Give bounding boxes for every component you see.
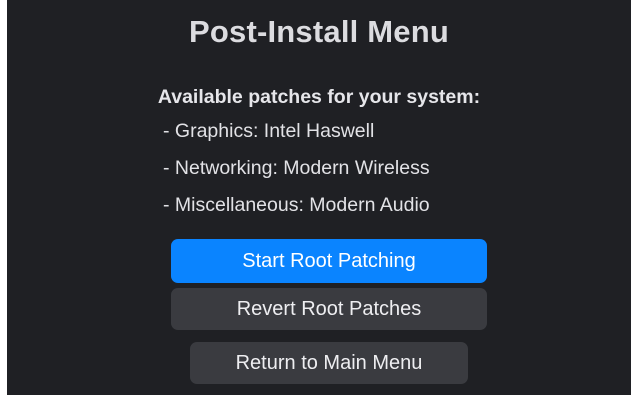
patch-item-graphics: - Graphics: Intel Haswell <box>163 120 375 142</box>
patches-heading: Available patches for your system: <box>157 86 481 108</box>
revert-root-patches-button[interactable]: Revert Root Patches <box>171 288 487 330</box>
start-root-patching-button[interactable]: Start Root Patching <box>171 239 487 283</box>
patch-item-networking: - Networking: Modern Wireless <box>163 157 430 179</box>
patch-item-miscellaneous: - Miscellaneous: Modern Audio <box>163 194 430 216</box>
page-title: Post-Install Menu <box>188 14 450 49</box>
return-to-main-menu-button[interactable]: Return to Main Menu <box>190 342 468 384</box>
post-install-window: Post-Install Menu Available patches for … <box>7 0 631 395</box>
patch-list: - Graphics: Intel Haswell - Networking: … <box>163 118 430 229</box>
